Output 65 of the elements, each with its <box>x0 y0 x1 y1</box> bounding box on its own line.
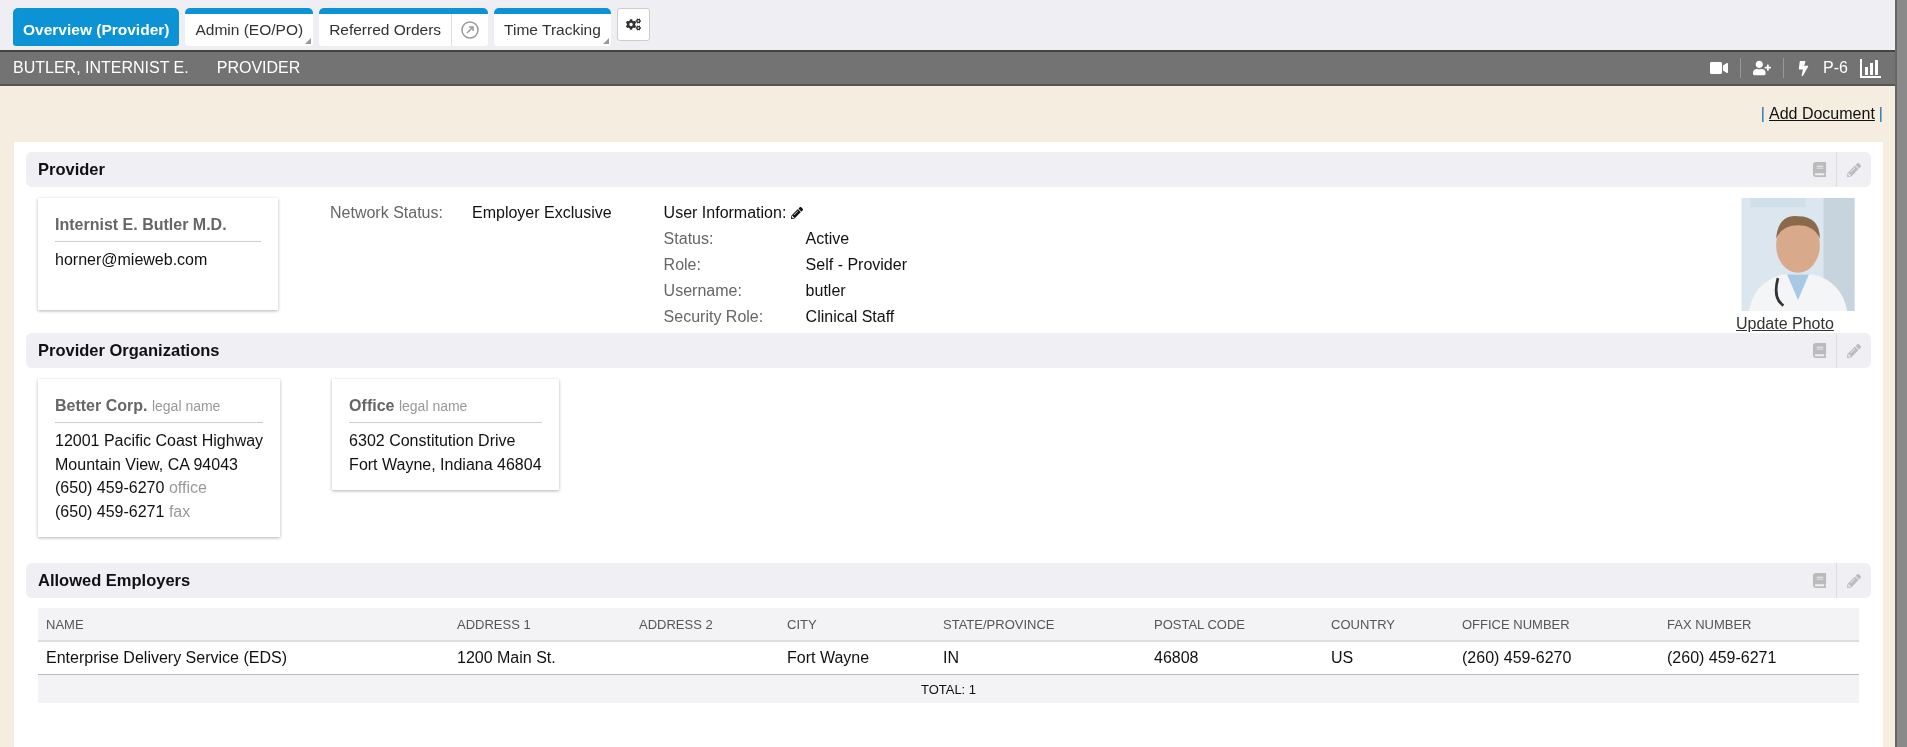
settings-button[interactable] <box>616 8 650 41</box>
table-cell-text: (260) 459-6271 <box>1666 649 1778 667</box>
field-label: Network Status: <box>330 204 444 222</box>
separator: | <box>1760 105 1765 123</box>
field-value: Self - Provider <box>805 256 907 274</box>
organization-name: Better Corp. legal name <box>55 397 264 423</box>
table-cell-text: Enterprise Delivery Service (EDS) <box>45 649 288 667</box>
gears-icon <box>625 17 641 32</box>
field-value: butler <box>805 282 847 300</box>
pencil-icon[interactable] <box>791 207 804 219</box>
total-count: TOTAL: 1 <box>920 681 977 697</box>
tab[interactable]: Time Tracking <box>494 8 611 46</box>
address-line: (650) 459-6271 fax <box>55 501 192 522</box>
field-value: Active <box>805 230 851 248</box>
dropdown-corner-icon <box>305 38 312 44</box>
column-header[interactable]: CITY <box>779 616 935 632</box>
add-user-icon[interactable] <box>1753 59 1772 77</box>
patient-name: BUTLER, INTERNIST E. <box>13 59 189 77</box>
column-header[interactable]: ADDRESS 2 <box>631 616 779 632</box>
column-header[interactable]: OFFICE NUMBER <box>1454 616 1659 632</box>
address-line: 6302 Constitution Drive <box>349 431 517 451</box>
separator: | <box>1878 105 1883 123</box>
dropdown-corner-icon <box>602 38 609 44</box>
table-cell-text: US <box>1330 649 1355 667</box>
field-label: Security Role: <box>663 308 765 326</box>
bar-chart-icon[interactable] <box>1860 58 1882 78</box>
role-label: PROVIDER <box>216 59 301 77</box>
code-label: P-6 <box>1823 59 1848 77</box>
field-value: Clinical Staff <box>805 308 896 326</box>
address-line: Mountain View, CA 94043 <box>55 454 239 475</box>
field-label: Status: <box>663 230 715 248</box>
video-camera-icon[interactable] <box>1710 59 1729 77</box>
book-icon[interactable] <box>1811 573 1827 588</box>
tab[interactable]: Admin (EO/PO) <box>185 8 314 46</box>
table-cell-text: Fort Wayne <box>786 649 871 667</box>
field-value: Employer Exclusive <box>472 204 612 222</box>
add-document-link[interactable]: Add Document <box>1769 105 1875 123</box>
table-cell-text: IN <box>942 649 960 667</box>
column-header[interactable]: POSTAL CODE <box>1146 616 1323 632</box>
section-title: Provider Organizations <box>38 341 220 360</box>
update-photo-link[interactable]: Update Photo <box>1736 315 1834 333</box>
section-title: Provider <box>38 160 105 179</box>
scrollbar[interactable] <box>1895 0 1907 747</box>
field-label: Role: <box>663 256 702 274</box>
external-link-icon <box>461 21 480 39</box>
organization-name: Office legal name <box>349 397 542 423</box>
column-header[interactable]: COUNTRY <box>1323 616 1454 632</box>
column-header[interactable]: ADDRESS 1 <box>449 616 631 632</box>
section-title: Allowed Employers <box>38 571 191 590</box>
address-line: Fort Wayne, Indiana 46804 <box>349 454 542 475</box>
table-cell-text: 46808 <box>1153 649 1200 667</box>
tab[interactable]: Referred Orders <box>319 8 489 46</box>
email-text: horner@mieweb.com <box>55 250 209 270</box>
provider-name: Internist E. Butler M.D. <box>55 216 261 242</box>
table-cell-text: 1200 Main St. <box>456 649 557 667</box>
book-icon[interactable] <box>1811 343 1827 358</box>
column-header[interactable]: FAX NUMBER <box>1659 616 1859 632</box>
address-line: 12001 Pacific Coast Highway <box>55 431 264 451</box>
user-information-title: User Information: <box>663 204 907 222</box>
address-line: (650) 459-6270 office <box>55 478 208 498</box>
field-label: Username: <box>663 282 743 300</box>
column-header[interactable]: STATE/PROVINCE <box>935 616 1146 632</box>
table-cell-text: (260) 459-6270 <box>1461 649 1573 667</box>
column-header[interactable]: NAME <box>38 616 449 632</box>
book-icon[interactable] <box>1811 162 1827 177</box>
